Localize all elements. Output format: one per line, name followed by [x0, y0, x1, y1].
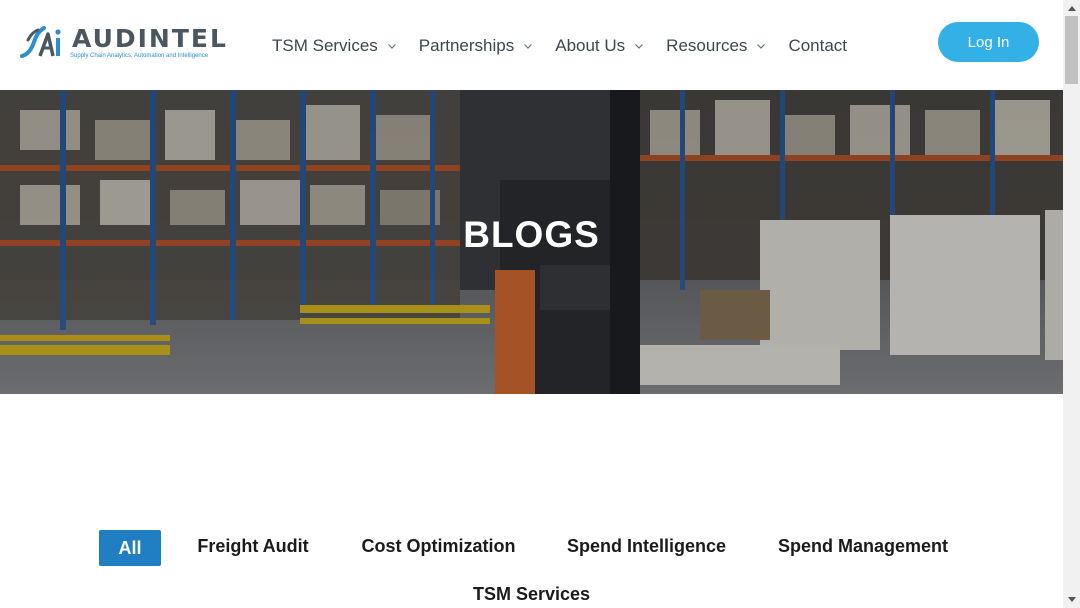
filter-spend-intelligence[interactable]: Spend Intelligence [561, 528, 732, 564]
page-title: BLOGS [463, 214, 600, 255]
arrow-up-icon[interactable] [1063, 0, 1080, 16]
filter-tsm-services[interactable]: TSM Services [466, 576, 597, 608]
nav-item-contact[interactable]: Contact [788, 36, 847, 56]
chevron-down-icon [757, 44, 766, 49]
logo-tagline: Supply Chain Analytics, Automation and I… [70, 53, 209, 59]
nav-item-label: TSM Services [272, 36, 378, 55]
main-nav: TSM Services Partnerships About Us Resou… [272, 34, 847, 58]
audintel-logo[interactable]: AUDINTEL Supply Chain Analytics, Automat… [20, 22, 226, 62]
page: AUDINTEL Supply Chain Analytics, Automat… [0, 0, 1080, 608]
nav-item-partnerships[interactable]: Partnerships [419, 36, 533, 56]
nav-item-label: Resources [666, 36, 748, 55]
filter-spend-management[interactable]: Spend Management [772, 528, 954, 564]
nav-item-label: Contact [788, 36, 848, 55]
filter-freight-audit[interactable]: Freight Audit [191, 528, 315, 564]
nav-item-label: About Us [555, 36, 626, 55]
site-header: AUDINTEL Supply Chain Analytics, Automat… [0, 0, 1063, 90]
logo-name: AUDINTEL [72, 24, 228, 53]
chevron-down-icon [524, 44, 533, 49]
nav-item-about-us[interactable]: About Us [555, 36, 644, 56]
nav-item-resources[interactable]: Resources [666, 36, 766, 56]
login-button[interactable]: Log In [938, 22, 1039, 62]
arrow-down-icon[interactable] [1063, 592, 1080, 608]
nav-item-tsm-services[interactable]: TSM Services [272, 36, 397, 56]
page-scrollbar[interactable] [1063, 0, 1080, 608]
scrollbar-thumb[interactable] [1065, 16, 1078, 84]
chevron-down-icon [635, 44, 644, 49]
nav-item-label: Partnerships [418, 36, 515, 55]
hero-banner: BLOGS [0, 90, 1063, 394]
logo-mark-icon [20, 26, 61, 58]
chevron-down-icon [387, 44, 396, 49]
filter-all[interactable]: All [99, 530, 161, 566]
filter-cost-optimization[interactable]: Cost Optimization [356, 528, 521, 564]
